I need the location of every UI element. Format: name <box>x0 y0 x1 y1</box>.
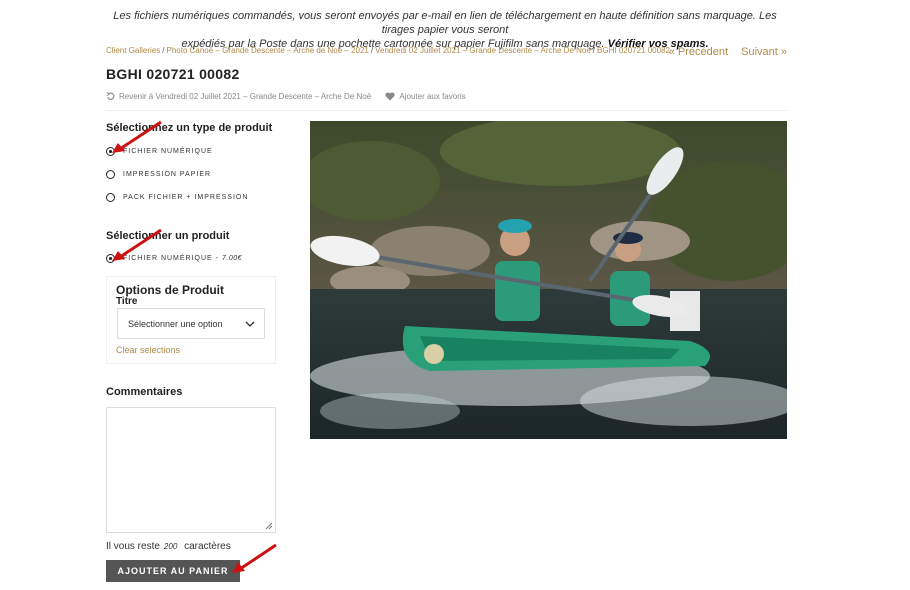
product-photo <box>310 121 787 439</box>
favorite-link[interactable]: Ajouter aux favoris <box>385 92 466 101</box>
chevron-down-icon <box>245 321 255 327</box>
radio-label: Impression papier <box>123 171 212 178</box>
red-arrow-icon <box>112 228 162 261</box>
favorite-link-label: Ajouter aux favoris <box>399 92 466 101</box>
divider <box>106 110 787 111</box>
red-arrow-icon <box>112 120 162 153</box>
titre-label: Titre <box>116 296 138 307</box>
red-arrow-icon <box>232 543 277 573</box>
product-options-heading: Options de Produit <box>116 283 224 297</box>
previous-link[interactable]: « Précédent <box>669 46 728 58</box>
delivery-notice: Les fichiers numériques commandés, vous … <box>100 9 790 51</box>
next-link[interactable]: Suivant » <box>741 46 787 58</box>
remaining-prefix: Il vous reste <box>106 541 160 552</box>
breadcrumb-link[interactable]: Photo Canoë – Grande Descente – Arche de… <box>166 46 368 55</box>
radio-label: Pack fichier + impression <box>123 194 249 201</box>
back-link-label: Revenir à Vendredi 02 Juillet 2021 – Gra… <box>119 92 372 101</box>
back-icon <box>106 92 115 100</box>
radio-pack[interactable]: Pack fichier + impression <box>106 193 248 202</box>
add-to-cart-button[interactable]: AJOUTER AU PANIER <box>106 560 240 582</box>
notice-line1: Les fichiers numériques commandés, vous … <box>113 10 777 36</box>
remaining-characters: Il vous reste 200 caractères <box>106 541 231 552</box>
comments-textarea[interactable] <box>106 407 276 533</box>
radio-unselected-icon <box>106 170 115 179</box>
resize-grip-icon[interactable] <box>265 522 273 530</box>
comments-heading: Commentaires <box>106 386 183 398</box>
page-title: BGHI 020721 00082 <box>106 66 240 82</box>
breadcrumb: Client Galleries / Photo Canoë – Grande De… <box>106 46 670 55</box>
product-price: 7.00€ <box>222 255 243 262</box>
breadcrumb-link[interactable]: Client Galleries <box>106 46 160 55</box>
clear-selections-link[interactable]: Clear selections <box>116 345 180 355</box>
remaining-suffix: caractères <box>184 541 231 552</box>
back-link[interactable]: Revenir à Vendredi 02 Juillet 2021 – Gra… <box>106 92 371 101</box>
radio-unselected-icon <box>106 193 115 202</box>
option-select-value: Sélectionner une option <box>128 318 223 329</box>
radio-impression-papier[interactable]: Impression papier <box>106 170 211 179</box>
pager: « Précédent Suivant » <box>659 46 787 58</box>
breadcrumb-link[interactable]: Vendredi 02 Juillet 2021 – Grande Descen… <box>375 46 591 55</box>
option-select[interactable]: Sélectionner une option <box>117 308 265 339</box>
product-actions: Revenir à Vendredi 02 Juillet 2021 – Gra… <box>106 92 478 103</box>
heart-icon <box>385 92 395 101</box>
remaining-count: 200 <box>163 542 178 551</box>
